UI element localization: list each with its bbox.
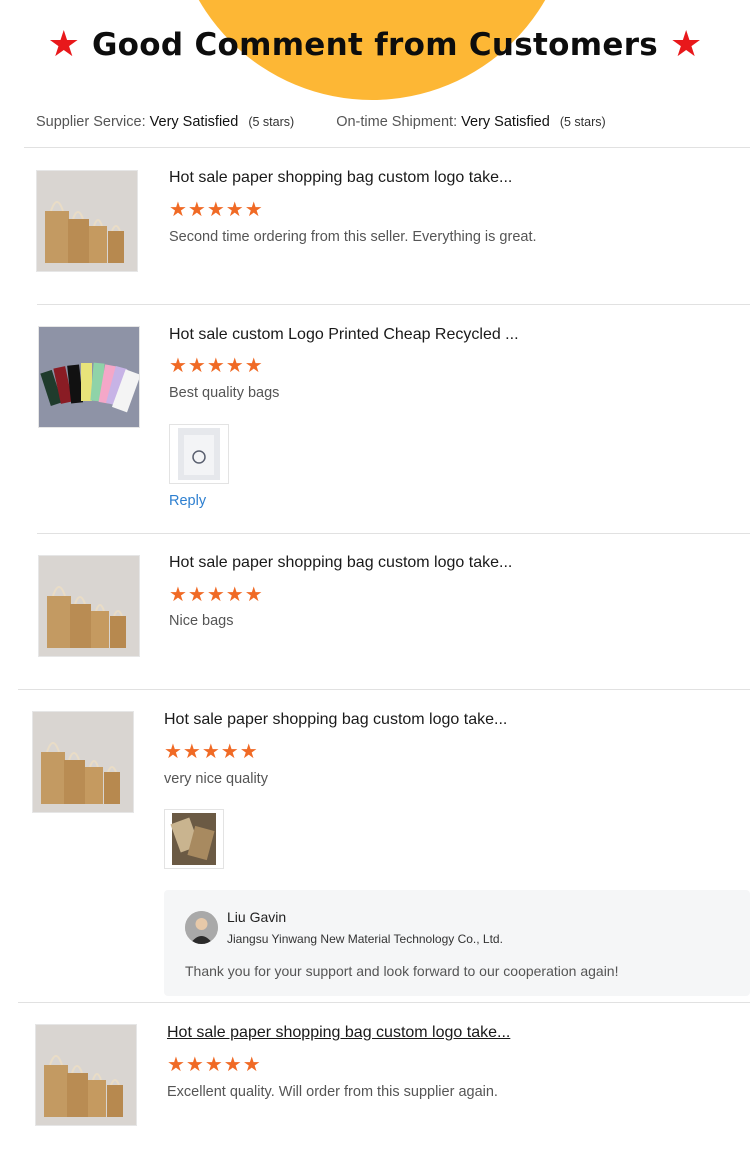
review-text: Nice bags bbox=[169, 613, 234, 629]
banner-title: Good Comment from Customers bbox=[91, 27, 659, 63]
star-rating: ★★★★★ bbox=[169, 353, 264, 377]
divider bbox=[18, 1002, 750, 1003]
product-thumbnail[interactable] bbox=[38, 555, 140, 657]
star-icon: ★ bbox=[670, 24, 703, 65]
star-rating: ★★★★★ bbox=[169, 582, 264, 606]
review-photo[interactable] bbox=[164, 809, 224, 869]
ratings-summary: Supplier Service: Very Satisfied (5 star… bbox=[36, 114, 644, 130]
review-text: Second time ordering from this seller. E… bbox=[169, 229, 537, 245]
product-title-link[interactable]: Hot sale paper shopping bag custom logo … bbox=[164, 711, 507, 729]
supplier-reply-box: Liu Gavin Jiangsu Yinwang New Material T… bbox=[164, 890, 750, 996]
review-photo[interactable] bbox=[169, 424, 229, 484]
product-title-link[interactable]: Hot sale paper shopping bag custom logo … bbox=[167, 1024, 510, 1042]
banner: ★ Good Comment from Customers ★ bbox=[0, 22, 750, 68]
product-thumbnail[interactable] bbox=[38, 326, 140, 428]
avatar bbox=[185, 911, 218, 944]
star-rating: ★★★★★ bbox=[169, 197, 264, 221]
reply-link[interactable]: Reply bbox=[169, 493, 206, 509]
supplier-reply-company: Jiangsu Yinwang New Material Technology … bbox=[227, 932, 503, 946]
star-icon: ★ bbox=[47, 24, 80, 65]
shipment-stars: (5 stars) bbox=[559, 115, 606, 129]
shipment-value: Very Satisfied bbox=[461, 114, 550, 130]
supplier-reply-message: Thank you for your support and look forw… bbox=[185, 963, 619, 979]
shipment-rating: On-time Shipment: Very Satisfied (5 star… bbox=[336, 114, 605, 130]
supplier-service-rating: Supplier Service: Very Satisfied (5 star… bbox=[36, 114, 294, 130]
product-thumbnail[interactable] bbox=[35, 1024, 137, 1126]
product-title-link[interactable]: Hot sale custom Logo Printed Cheap Recyc… bbox=[169, 326, 519, 344]
star-rating: ★★★★★ bbox=[164, 739, 259, 763]
divider bbox=[18, 689, 750, 690]
divider bbox=[37, 533, 750, 534]
divider bbox=[24, 147, 750, 148]
product-thumbnail[interactable] bbox=[32, 711, 134, 813]
supplier-service-label: Supplier Service: bbox=[36, 114, 146, 130]
supplier-service-stars: (5 stars) bbox=[248, 115, 295, 129]
product-title-link[interactable]: Hot sale paper shopping bag custom logo … bbox=[169, 554, 512, 572]
supplier-service-value: Very Satisfied bbox=[149, 114, 239, 130]
product-thumbnail[interactable] bbox=[36, 170, 138, 272]
divider bbox=[37, 304, 750, 305]
supplier-reply-name: Liu Gavin bbox=[227, 909, 287, 925]
review-text: Best quality bags bbox=[169, 385, 280, 401]
shipment-label: On-time Shipment: bbox=[336, 114, 458, 130]
star-rating: ★★★★★ bbox=[167, 1052, 262, 1076]
review-text: very nice quality bbox=[164, 771, 268, 787]
review-text: Excellent quality. Will order from this … bbox=[167, 1084, 498, 1100]
product-title-link[interactable]: Hot sale paper shopping bag custom logo … bbox=[169, 169, 512, 187]
